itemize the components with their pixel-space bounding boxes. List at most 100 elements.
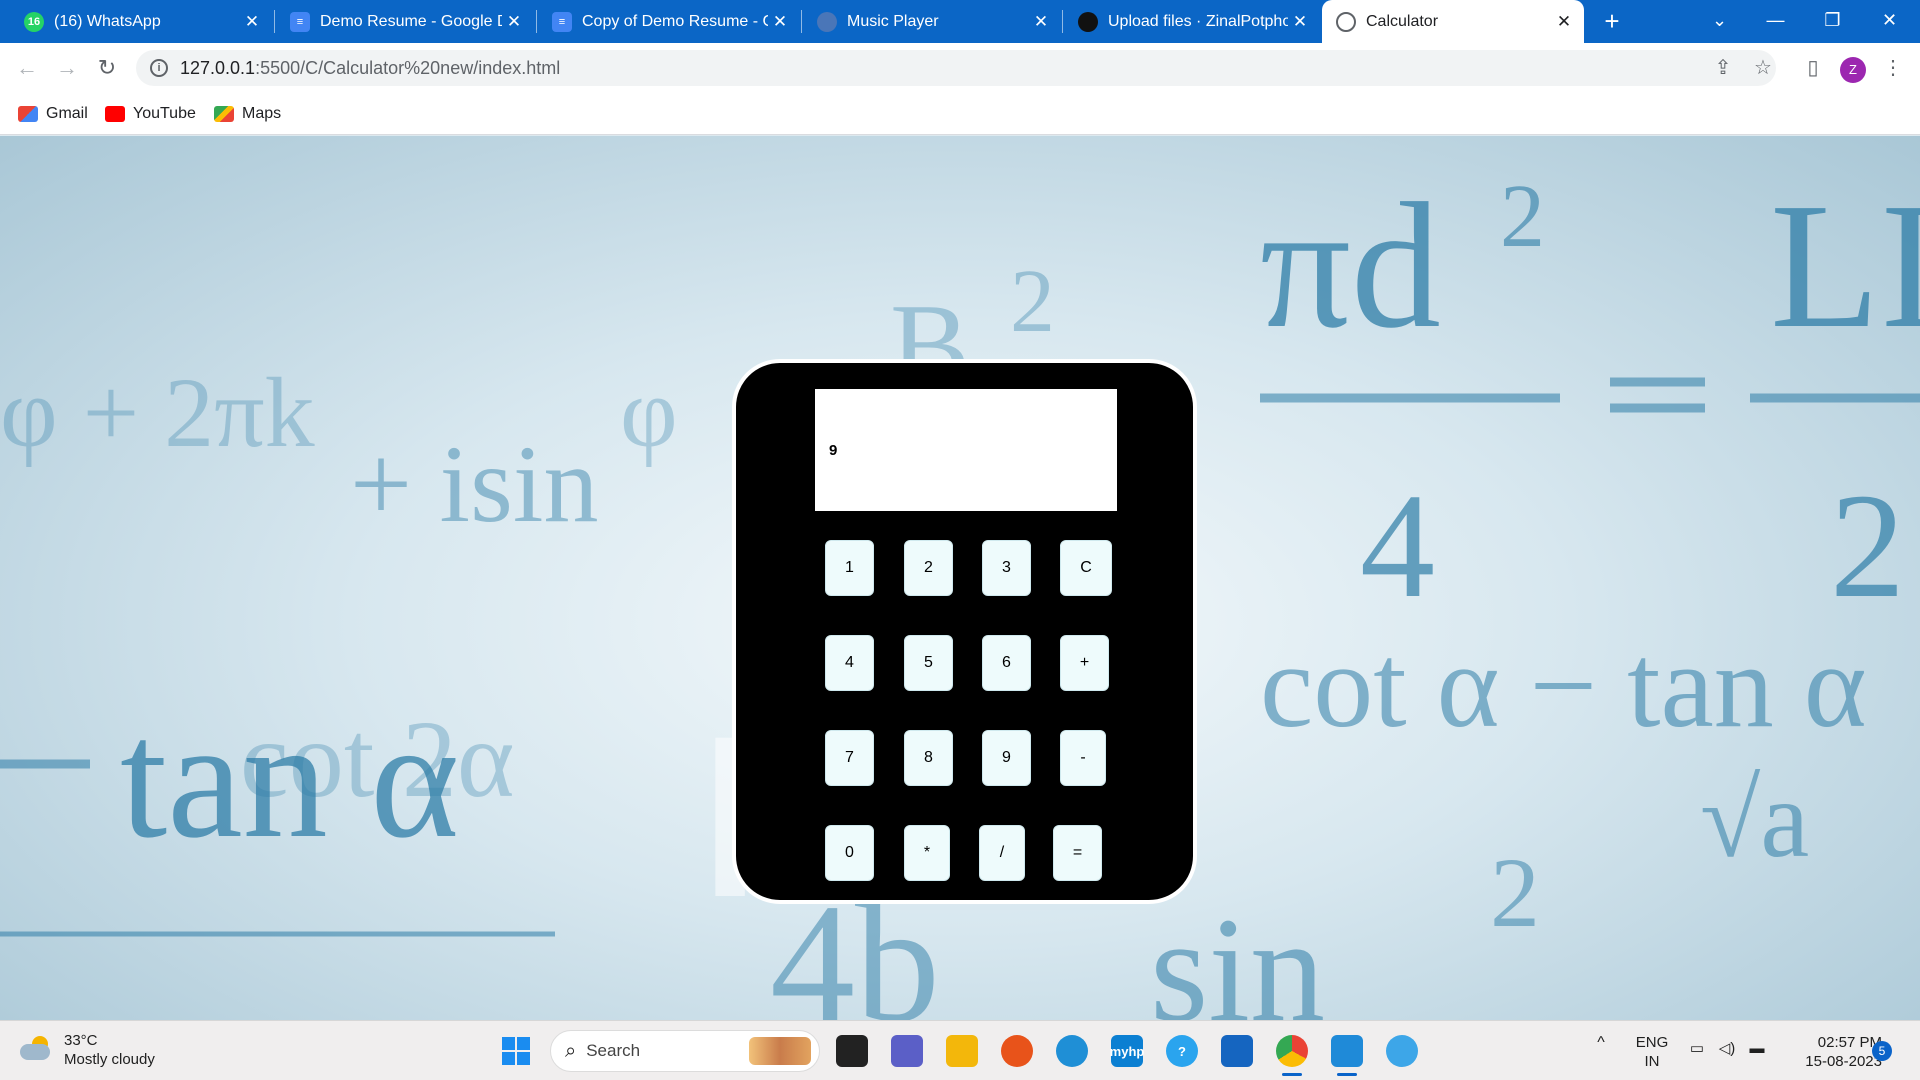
menu-icon[interactable]: ⋮: [1880, 55, 1906, 81]
notification-badge[interactable]: 5: [1872, 1041, 1892, 1061]
globe-icon: [1336, 11, 1356, 32]
add-button[interactable]: +: [1058, 633, 1111, 693]
formula-text: LI: [1770, 166, 1920, 365]
tab-demo-resume[interactable]: ≡ Demo Resume - Google Docs ✕: [276, 0, 534, 43]
formula-text: cot 2α: [240, 698, 515, 820]
close-icon[interactable]: ✕: [1029, 12, 1053, 32]
display-value: 9: [829, 441, 838, 459]
equals-button[interactable]: =: [1051, 823, 1104, 883]
tab-music-player[interactable]: Music Player ✕: [803, 0, 1061, 43]
tab-strip: 16 (16) WhatsApp ✕ ≡ Demo Resume - Googl…: [0, 0, 1920, 43]
formula-text: πd: [1260, 166, 1441, 365]
file-explorer-icon[interactable]: [946, 1035, 978, 1067]
close-icon[interactable]: ✕: [240, 12, 264, 32]
clock-time: 02:57 PM: [1817, 1034, 1882, 1051]
key-0[interactable]: 0: [823, 823, 876, 883]
tab-copy-demo-resume[interactable]: ≡ Copy of Demo Resume - Google Docs ✕: [538, 0, 800, 43]
minimize-button[interactable]: —: [1748, 0, 1803, 43]
myhp-icon[interactable]: myhp: [1110, 1035, 1144, 1067]
edge-icon[interactable]: [1056, 1035, 1088, 1067]
start-button[interactable]: [500, 1035, 532, 1067]
close-icon[interactable]: ✕: [1552, 12, 1576, 32]
youtube-icon: [105, 106, 125, 122]
weather-description: Mostly cloudy: [64, 1051, 155, 1068]
site-info-icon[interactable]: i: [150, 59, 168, 77]
browser-toolbar: ← → ↻ i 127.0.0.1:5500/C/Calculator%20ne…: [0, 43, 1920, 93]
formula-text: cot α − tan α: [1260, 619, 1867, 752]
profile-avatar[interactable]: Z: [1840, 57, 1866, 83]
whatsapp-icon: 16: [24, 11, 44, 32]
close-icon[interactable]: ✕: [1288, 12, 1312, 32]
close-icon[interactable]: ✕: [502, 12, 526, 32]
divide-button[interactable]: /: [977, 823, 1027, 883]
tab-whatsapp[interactable]: 16 (16) WhatsApp ✕: [10, 0, 272, 43]
formula-text: φ + 2πk: [0, 357, 315, 468]
key-7[interactable]: 7: [823, 728, 876, 788]
network-app-icon[interactable]: [1386, 1035, 1418, 1067]
battery-icon[interactable]: ▬: [1746, 1039, 1768, 1058]
key-6[interactable]: 6: [980, 633, 1033, 693]
subtract-button[interactable]: -: [1058, 728, 1108, 788]
tab-separator: [274, 10, 275, 33]
share-icon[interactable]: ⇪: [1710, 55, 1736, 81]
bookmark-maps[interactable]: Maps: [214, 103, 281, 125]
weather-temperature: 33°C: [64, 1032, 98, 1049]
tab-search-button[interactable]: ⌄: [1692, 0, 1747, 43]
network-icon[interactable]: ▭: [1686, 1039, 1708, 1058]
language-indicator[interactable]: ENG IN: [1632, 1033, 1672, 1071]
address-bar[interactable]: i 127.0.0.1:5500/C/Calculator%20new/inde…: [136, 50, 1776, 86]
search-placeholder: Search: [586, 1041, 641, 1060]
clear-button[interactable]: C: [1058, 538, 1114, 598]
reload-button[interactable]: ↻: [92, 53, 122, 83]
microsoft-store-icon[interactable]: [1221, 1035, 1253, 1067]
key-5[interactable]: 5: [902, 633, 955, 693]
bookmark-youtube[interactable]: YouTube: [105, 103, 196, 125]
google-docs-icon: ≡: [290, 11, 310, 32]
back-button[interactable]: ←: [12, 53, 42, 83]
close-icon[interactable]: ✕: [768, 12, 792, 32]
tab-separator: [536, 10, 537, 33]
forward-button[interactable]: →: [52, 53, 82, 83]
key-1[interactable]: 1: [823, 538, 876, 598]
side-panel-icon[interactable]: ▯: [1800, 55, 1826, 81]
bookmark-gmail[interactable]: Gmail: [18, 103, 88, 125]
bookmark-star-icon[interactable]: ☆: [1750, 55, 1776, 81]
new-tab-button[interactable]: +: [1597, 6, 1627, 36]
help-icon[interactable]: ?: [1166, 1035, 1198, 1067]
chrome-icon[interactable]: [1276, 1035, 1308, 1076]
formula-text: 4: [1360, 463, 1435, 629]
formula-text: φ: [620, 357, 678, 468]
maps-icon: [214, 106, 234, 122]
chevron-up-icon[interactable]: ^: [1590, 1033, 1612, 1052]
firefox-icon[interactable]: [1001, 1035, 1033, 1067]
multiply-button[interactable]: *: [902, 823, 952, 883]
url-host: 127.0.0.1: [180, 57, 256, 78]
tab-calculator[interactable]: Calculator ✕: [1322, 0, 1584, 43]
tab-title: Calculator: [1366, 12, 1439, 30]
bookmarks-bar: Gmail YouTube Maps: [0, 93, 1920, 135]
key-4[interactable]: 4: [823, 633, 876, 693]
formula-text: 2: [1830, 463, 1905, 629]
tab-separator: [1062, 10, 1063, 33]
tab-title: Upload files · ZinalPotphode: [1108, 12, 1288, 30]
weather-widget[interactable]: 33°C Mostly cloudy: [20, 1031, 155, 1069]
task-view-icon[interactable]: [836, 1035, 868, 1067]
close-window-button[interactable]: ✕: [1862, 0, 1917, 43]
taskbar-search[interactable]: ⌕ Search: [550, 1030, 820, 1072]
google-docs-icon: ≡: [552, 11, 572, 32]
restore-button[interactable]: ❐: [1805, 0, 1860, 43]
url-text: 127.0.0.1:5500/C/Calculator%20new/index.…: [180, 58, 560, 79]
teams-chat-icon[interactable]: [891, 1035, 923, 1067]
key-2[interactable]: 2: [902, 538, 955, 598]
tab-github-upload[interactable]: Upload files · ZinalPotphode ✕: [1064, 0, 1320, 43]
partly-cloudy-icon: [20, 1036, 54, 1064]
calculator-display[interactable]: 9: [815, 389, 1117, 511]
key-8[interactable]: 8: [902, 728, 955, 788]
formula-text: 2: [1490, 837, 1540, 948]
clock[interactable]: 02:57 PM 15-08-2023: [1786, 1033, 1882, 1071]
clock-date: 15-08-2023: [1805, 1053, 1882, 1070]
vscode-icon[interactable]: [1331, 1035, 1363, 1076]
key-9[interactable]: 9: [980, 728, 1033, 788]
key-3[interactable]: 3: [980, 538, 1033, 598]
volume-icon[interactable]: ◁): [1716, 1039, 1738, 1058]
